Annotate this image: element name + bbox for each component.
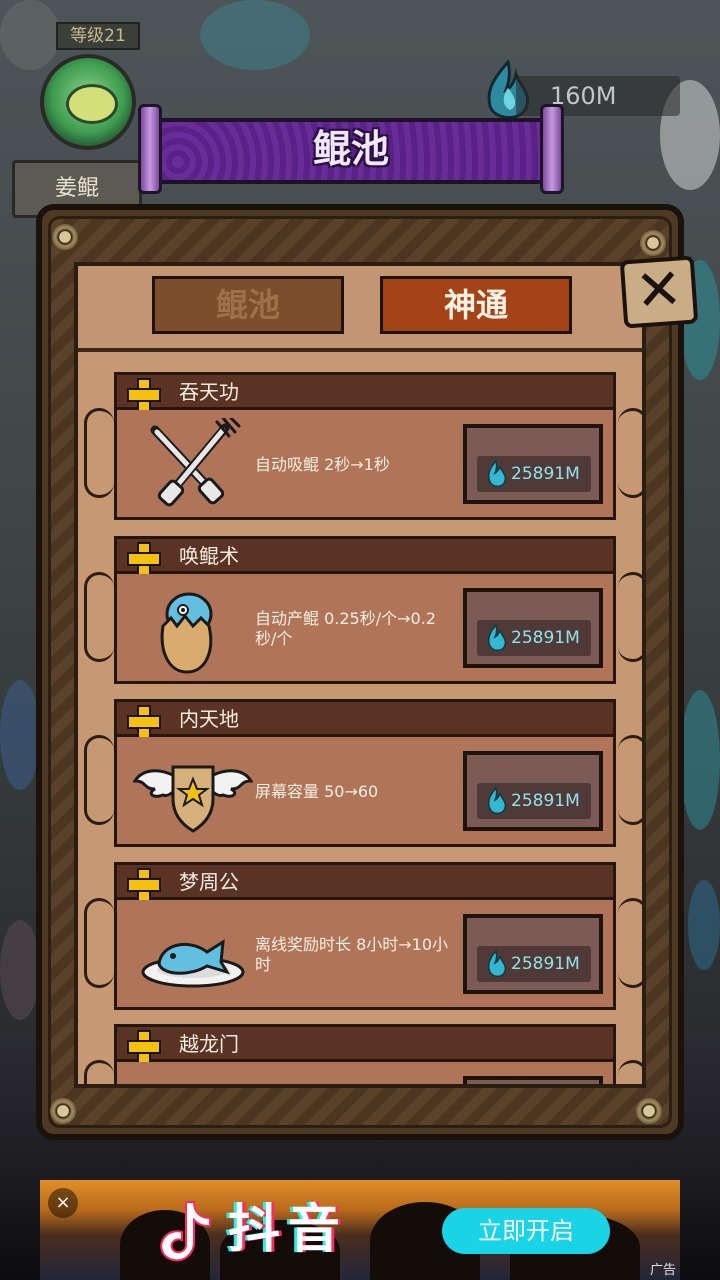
list-item: 越龙门: [84, 1024, 642, 1084]
card-header: 内天地: [114, 699, 616, 739]
level-label: 等级21: [56, 22, 140, 50]
spirit-flame-icon: [487, 950, 507, 978]
skill-cost: 25891M: [511, 954, 580, 974]
skill-cost: 25891M: [511, 464, 580, 484]
upgrade-button[interactable]: 25891M: [463, 914, 603, 994]
ad-banner[interactable]: × 抖音 立即开启 广告: [40, 1180, 680, 1280]
upgrade-button[interactable]: 25891M: [463, 424, 603, 504]
plus-icon[interactable]: [127, 378, 161, 412]
plus-icon[interactable]: [127, 542, 161, 576]
tab-kun-pool[interactable]: 鲲池: [152, 276, 344, 334]
skill-name: 内天地: [179, 707, 239, 731]
background-creature: [0, 920, 40, 1020]
upgrade-button[interactable]: 25891M: [463, 588, 603, 668]
fork-knife-icon: [150, 418, 241, 507]
skill-list[interactable]: 吞天功 自动吸鲲 2秒→1秒 25891M 唤鲲术 自动产鲲 0.25秒/个→0…: [78, 352, 642, 1084]
cost-box: 25891M: [477, 456, 591, 492]
card-body: 离线奖励时长 8小时→10小时 25891M: [114, 900, 616, 1010]
winged-shield-icon: [133, 765, 253, 833]
skill-name: 唤鲲术: [179, 544, 239, 568]
background-creature: [680, 690, 720, 830]
skill-name: 越龙门: [179, 1032, 239, 1056]
card-body: [114, 1062, 616, 1084]
upgrade-button[interactable]: [463, 1076, 603, 1084]
skill-name: 梦周公: [179, 870, 239, 894]
list-item: 唤鲲术 自动产鲲 0.25秒/个→0.2秒/个 25891M: [84, 536, 642, 684]
title-banner: 鲲池: [138, 100, 564, 198]
cost-box: 25891M: [477, 783, 591, 819]
skill-description: 离线奖励时长 8小时→10小时: [255, 935, 449, 974]
tab-abilities[interactable]: 神通: [380, 276, 572, 334]
plus-icon[interactable]: [127, 1030, 161, 1064]
egg-icon: [160, 592, 213, 674]
cost-box: 25891M: [477, 946, 591, 982]
close-icon: ✕: [633, 256, 685, 325]
list-item: 梦周公 离线奖励时长 8小时→10小时 25891M: [84, 862, 642, 1010]
fish-plate-icon: [141, 939, 245, 988]
ad-label: 广告: [649, 1263, 676, 1278]
spirit-flame-icon: [487, 787, 507, 815]
card-header: 吞天功: [114, 372, 616, 412]
upgrade-button[interactable]: 25891M: [463, 751, 603, 831]
skill-cost: 25891M: [511, 628, 580, 648]
level-badge[interactable]: 等级21: [18, 20, 140, 150]
card-header: 越龙门: [114, 1024, 616, 1064]
panel-title: 鲲池: [312, 127, 389, 171]
tab-bar: 鲲池 神通: [78, 266, 642, 352]
bolt-icon: [52, 224, 78, 250]
background-creature: [688, 880, 720, 970]
card-header: 梦周公: [114, 862, 616, 902]
list-item: 吞天功 自动吸鲲 2秒→1秒 25891M: [84, 372, 642, 520]
plus-icon[interactable]: [127, 705, 161, 739]
background-creature: [0, 680, 40, 790]
bolt-icon: [50, 1098, 76, 1124]
plus-icon[interactable]: [127, 868, 161, 902]
skill-panel: 鲲池 神通 吞天功 自动吸鲲 2秒→1秒 25891M 唤鲲术 自动产鲲 0.2…: [74, 262, 646, 1088]
fish-icon: [66, 84, 118, 124]
skill-name: 吞天功: [179, 380, 239, 404]
bolt-icon: [640, 230, 666, 256]
bolt-icon: [636, 1098, 662, 1124]
skill-description: 屏幕容量 50→60: [255, 782, 379, 801]
close-button[interactable]: ✕: [619, 255, 699, 329]
card-body: 屏幕容量 50→60 25891M: [114, 737, 616, 847]
ad-cta-button[interactable]: 立即开启: [442, 1208, 610, 1254]
ad-close-button[interactable]: ×: [48, 1188, 78, 1218]
card-header: 唤鲲术: [114, 536, 616, 576]
player-avatar: [40, 54, 136, 150]
card-body: 自动吸鲲 2秒→1秒 25891M: [114, 410, 616, 520]
ad-brand: 抖音: [228, 1200, 349, 1260]
douyin-logo-icon: [160, 1201, 211, 1262]
card-body: 自动产鲲 0.25秒/个→0.2秒/个 25891M: [114, 574, 616, 684]
skill-description: 自动产鲲 0.25秒/个→0.2秒/个: [255, 609, 436, 648]
skill-description: 自动吸鲲 2秒→1秒: [255, 455, 390, 474]
spirit-flame-icon: [487, 624, 507, 652]
list-item: 内天地 屏幕容量 50→60 25891M: [84, 699, 642, 847]
spirit-flame-icon: [487, 460, 507, 488]
background-creature: [200, 0, 310, 70]
cost-box: 25891M: [477, 620, 591, 656]
skill-cost: 25891M: [511, 791, 580, 811]
